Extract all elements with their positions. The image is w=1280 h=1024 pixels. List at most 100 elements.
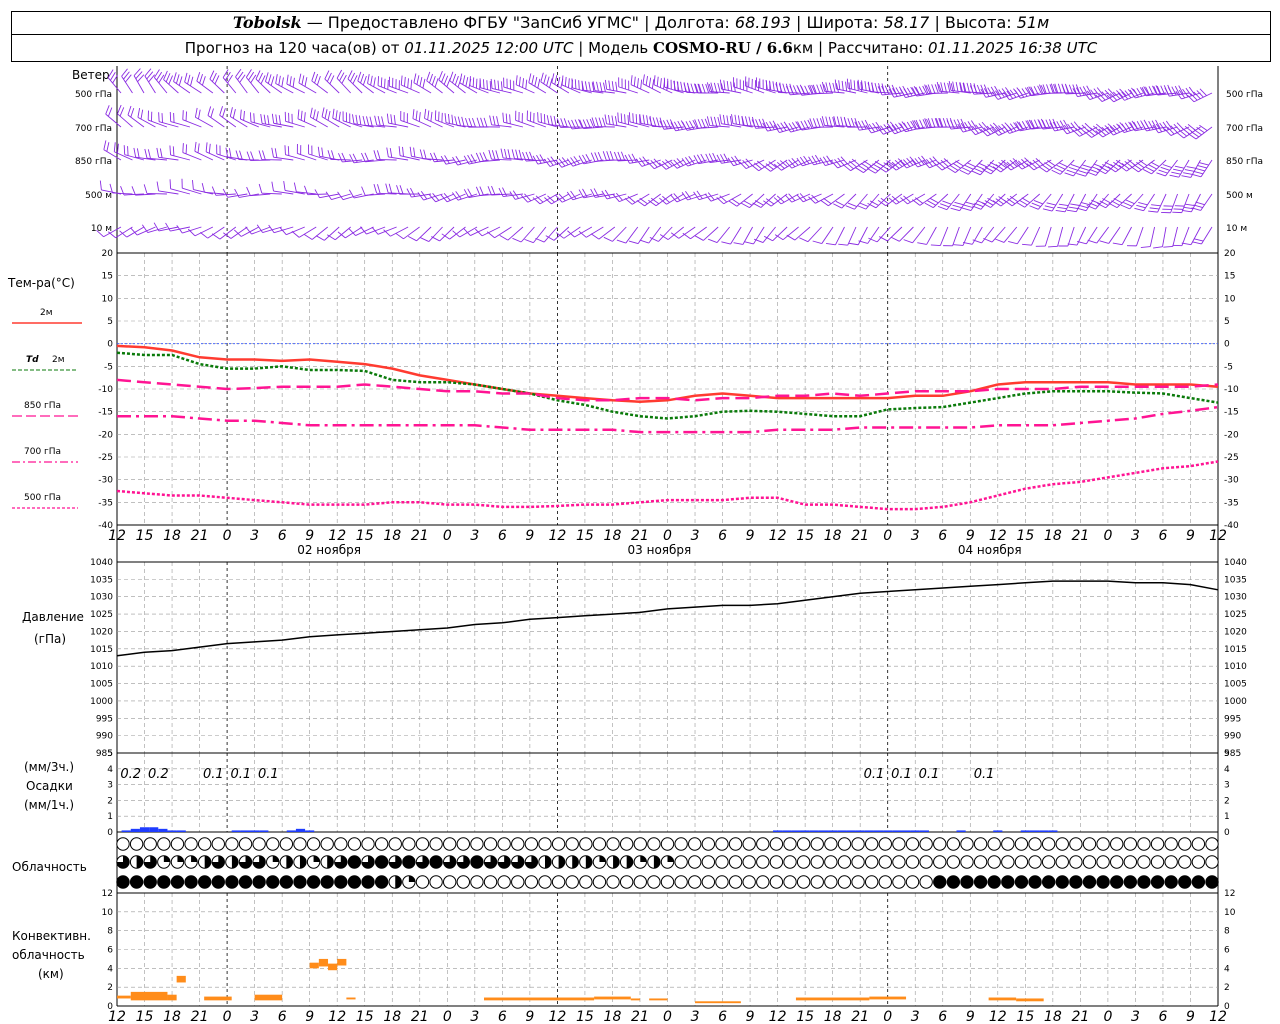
wind-barb-feather	[479, 186, 484, 196]
cloud-circle	[701, 855, 716, 869]
wind-barb-shaft	[311, 80, 328, 94]
cloud-cover-symbol	[347, 855, 362, 869]
x-tick-label-bottom: 0	[883, 1009, 892, 1024]
wind-barb-feather	[255, 70, 261, 80]
wind-barb-feather	[284, 145, 286, 155]
wind-barb-feather	[633, 76, 636, 87]
cloud-cover-symbol	[1028, 855, 1042, 869]
cloud-cover-symbol	[1205, 837, 1219, 851]
cloud-circle	[606, 875, 620, 889]
cloud-circle	[1205, 855, 1219, 869]
wind-barb-feather	[512, 237, 522, 243]
wind-barb-shaft	[807, 226, 822, 242]
wind-barb-feather	[553, 115, 557, 126]
cloud-cover-symbol	[225, 855, 239, 869]
cloud-cover-symbol	[892, 875, 906, 889]
wind-barb-feather	[205, 142, 208, 152]
cloud-circle	[374, 875, 389, 889]
wind-barb-feather	[415, 110, 418, 121]
cloud-cover-symbol	[796, 855, 811, 869]
precip-unit1-label: (мм/1ч.)	[24, 798, 74, 812]
y-tick-right: 5	[1224, 749, 1230, 759]
cloud-circle	[1110, 875, 1124, 889]
wind-barb	[156, 147, 179, 161]
wind-barb-shaft	[895, 193, 914, 205]
wind-barb	[727, 155, 753, 167]
wind-barb-feather	[847, 118, 852, 128]
wind-barb-feather	[955, 81, 959, 92]
wind-barb-feather	[182, 143, 184, 153]
cloud-cover-symbol	[497, 875, 511, 889]
wind-barb-feather	[861, 120, 867, 130]
wind-barb-feather	[561, 75, 564, 85]
cloud-circle	[688, 875, 702, 889]
cloud-circle	[143, 875, 157, 889]
cloud-circle	[905, 855, 920, 869]
wind-barb	[799, 226, 822, 243]
wind-barb-shaft	[146, 193, 167, 195]
cloud-circle	[361, 875, 375, 889]
wind-barb-feather	[546, 115, 550, 125]
cloud-cover-symbol	[497, 855, 511, 869]
wind-barb-feather	[931, 118, 936, 128]
wind-barb	[1067, 226, 1087, 246]
wind-barb	[591, 117, 615, 128]
y-tick-left: -15	[98, 408, 113, 418]
wind-barb	[812, 226, 834, 244]
x-tick-label-bottom: 12	[108, 1009, 126, 1024]
cloud-circle	[864, 855, 879, 869]
cloud-cover-symbol	[756, 837, 770, 851]
x-tick-label-bottom: 21	[631, 1009, 649, 1024]
cloud-cover-symbol	[728, 837, 743, 851]
cloud-circle	[497, 875, 511, 889]
x-tick-label-top: 15	[1016, 528, 1034, 544]
wind-barb	[706, 116, 730, 128]
x-tick-label-top: 3	[691, 528, 700, 544]
cloud-cover-symbol	[388, 875, 402, 889]
wind-barb-feather	[314, 73, 319, 84]
cloud-cover-symbol	[933, 837, 947, 851]
x-tick-label-top: 12	[108, 528, 126, 544]
cloud-fill	[177, 855, 184, 862]
wind-barb-feather	[201, 76, 206, 86]
wind-barb-feather	[463, 189, 470, 198]
wind-barb-feather	[1044, 205, 1055, 209]
cloud-cover-symbol	[279, 837, 294, 851]
wind-barb-feather	[705, 153, 711, 163]
cloud-cover-symbol	[456, 855, 471, 869]
cloud-circle	[524, 837, 539, 851]
x-tick-label-top: 21	[631, 528, 649, 544]
wind-barb-feather	[1160, 85, 1166, 95]
cloud-circle	[1014, 855, 1029, 869]
cloud-cover-symbol	[1123, 875, 1138, 889]
wind-barb-feather	[316, 111, 319, 121]
wind-barb-feather	[490, 78, 493, 89]
wind-barb	[383, 226, 409, 237]
precip-bar	[956, 830, 966, 832]
x-date-label: 02 ноября	[297, 543, 361, 557]
wind-barb-feather	[161, 113, 163, 123]
y-tick-right: 3	[1224, 781, 1230, 791]
cloud-circle	[170, 875, 185, 889]
cloud-circle	[728, 855, 743, 869]
meteogram: Ветер 500 гПа 500 гПа700 гПа 700 гПа850 гП…	[7, 66, 1263, 1024]
wind-barb-feather	[737, 115, 741, 125]
y-tick-right: 2	[1224, 796, 1230, 806]
cloud-circle	[1001, 855, 1015, 869]
wind-barb-feather	[682, 232, 691, 240]
wind-barb-shaft	[377, 85, 397, 94]
cloud-cover-symbol	[197, 855, 212, 869]
cloud-cover-symbol	[864, 837, 879, 851]
cloud-cover-symbol	[783, 855, 797, 869]
y-tick-right: 1000	[1224, 697, 1247, 707]
cloud-cover-symbol	[987, 855, 1001, 869]
cloud-cover-symbol	[1096, 875, 1110, 889]
cloud-circle	[769, 855, 784, 869]
wind-barb-feather	[219, 106, 223, 116]
wind-barb-feather	[491, 150, 496, 160]
cloud-circle	[429, 837, 443, 851]
wind-barb-feather	[1056, 164, 1066, 170]
wind-barb-feather	[292, 77, 295, 88]
cloud-cover-symbol	[184, 855, 198, 869]
wind-barb-shaft	[520, 226, 535, 243]
